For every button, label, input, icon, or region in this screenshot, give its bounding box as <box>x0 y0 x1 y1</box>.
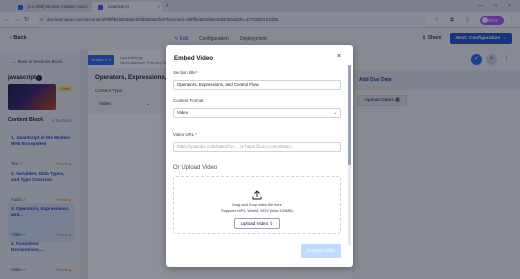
video-url-label: Video URL * <box>173 132 197 137</box>
dropzone-formats: Supports MP4, WebM, MOV (Max 100MB) <box>221 209 293 213</box>
embed-video-button[interactable]: Embed Video <box>301 244 341 258</box>
embed-video-modal: Embed Video × Section title* Operators, … <box>166 45 353 267</box>
content-format-label: Content Format <box>173 98 204 103</box>
section-title-input[interactable]: Operators, Expressions, and Control Flow <box>173 80 341 90</box>
close-icon[interactable]: × <box>337 53 341 61</box>
section-title-label: Section title* <box>173 70 198 75</box>
upload-video-button[interactable]: Upload Video ⇧ <box>234 218 280 229</box>
or-upload-heading: Or Upload Video <box>173 165 218 171</box>
dropzone-instructions: Drag and Drop video file here <box>232 203 282 207</box>
content-format-select[interactable]: Video ⌄ <box>173 108 341 118</box>
modal-scrollbar-thumb[interactable] <box>348 65 351 165</box>
upload-icon <box>252 190 262 200</box>
video-url-input[interactable]: https://youtube.com/watch?v=... or https… <box>173 142 341 152</box>
chevron-down-icon: ⌄ <box>333 110 337 115</box>
modal-title: Embed Video <box>174 55 214 62</box>
